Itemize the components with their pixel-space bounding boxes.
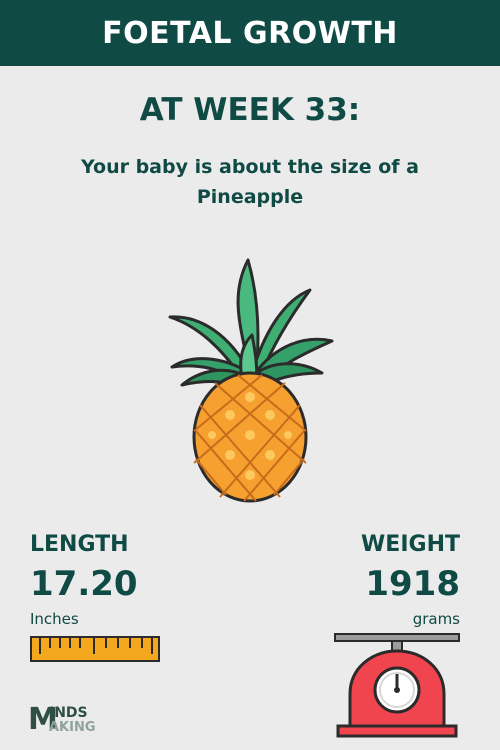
weight-value: 1918 (365, 564, 460, 604)
length-label: LENGTH (30, 532, 129, 557)
header-bar: FOETAL GROWTH (0, 0, 500, 66)
minds-making-logo: M INDS AKING (28, 703, 108, 737)
week-title: AT WEEK 33: (139, 92, 361, 128)
ruler-icon (30, 636, 160, 662)
scale-icon (334, 633, 460, 738)
logo-text-bottom: AKING (49, 720, 96, 735)
weight-unit: grams (412, 610, 460, 628)
header-title: FOETAL GROWTH (102, 15, 398, 51)
logo-text-top: INDS (49, 705, 88, 721)
weight-label: WEIGHT (361, 532, 460, 557)
size-description: Your baby is about the size of a Pineapp… (81, 156, 419, 208)
length-unit: Inches (30, 610, 79, 628)
length-value: 17.20 (30, 564, 138, 604)
pineapple-icon (168, 258, 334, 503)
